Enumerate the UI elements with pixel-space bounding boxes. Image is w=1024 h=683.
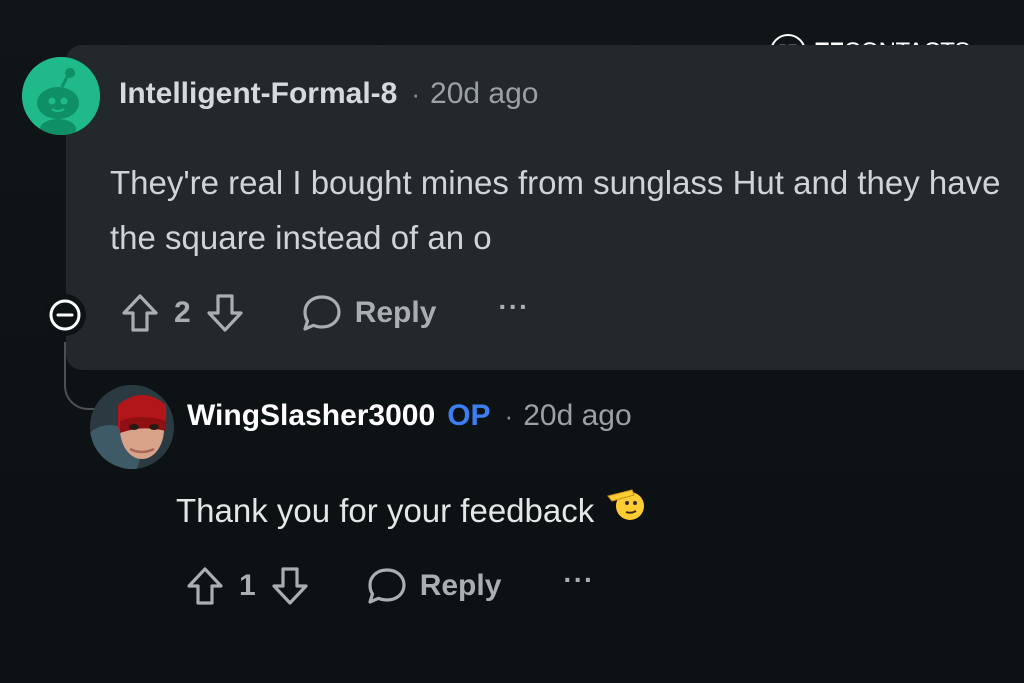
masked-hero-avatar[interactable] — [90, 385, 174, 469]
reddit-snoo-avatar[interactable] — [22, 57, 100, 135]
vote-count: 1 — [239, 569, 256, 602]
downvote-button[interactable] — [270, 565, 310, 607]
reply-body: Thank you for your feedback — [176, 483, 876, 538]
reply-header: WingSlasher3000 OP · 20d ago — [187, 399, 632, 433]
downvote-button[interactable] — [205, 292, 245, 334]
more-options-button[interactable]: ··· — [498, 291, 529, 323]
upvote-button[interactable] — [185, 565, 225, 607]
reply-body-text: Thank you for your feedback — [176, 492, 595, 529]
comment-thread-screen: EZCONTACTS Intelligent-Formal-8 · 20d ag… — [0, 0, 1024, 683]
comment-header: Intelligent-Formal-8 · 20d ago — [119, 77, 538, 111]
comment-body: They're real I bought mines from sunglas… — [110, 164, 1001, 256]
comment-action-bar: 2 Reply ··· — [120, 291, 529, 334]
upvote-button[interactable] — [120, 292, 160, 334]
comment-author[interactable]: Intelligent-Formal-8 — [119, 77, 397, 111]
reply-action-bar: 1 Reply ··· — [185, 564, 594, 607]
op-badge: OP — [447, 399, 491, 432]
reply-label: Reply — [419, 569, 502, 602]
reply-timestamp: 20d ago — [523, 399, 632, 432]
arrow-down-icon — [272, 567, 308, 605]
arrow-up-icon — [122, 294, 158, 332]
reply-label: Reply — [354, 296, 437, 329]
collapse-thread-button[interactable] — [44, 294, 86, 336]
speech-bubble-icon — [366, 566, 408, 606]
vote-count: 2 — [174, 296, 191, 329]
separator-dot: · — [411, 79, 421, 109]
more-options-button[interactable]: ··· — [563, 564, 594, 596]
collapse-minus-icon — [49, 299, 81, 331]
reply-button[interactable]: Reply — [301, 293, 437, 333]
speech-bubble-icon — [301, 293, 343, 333]
separator-dot: · — [504, 401, 514, 431]
saluting-face-emoji — [606, 483, 646, 538]
arrow-up-icon — [187, 567, 223, 605]
reply-button[interactable]: Reply — [366, 566, 502, 606]
thread-connector-line — [64, 342, 104, 410]
arrow-down-icon — [207, 294, 243, 332]
reply-author[interactable]: WingSlasher3000 — [187, 399, 435, 433]
comment-timestamp: 20d ago — [430, 77, 539, 110]
